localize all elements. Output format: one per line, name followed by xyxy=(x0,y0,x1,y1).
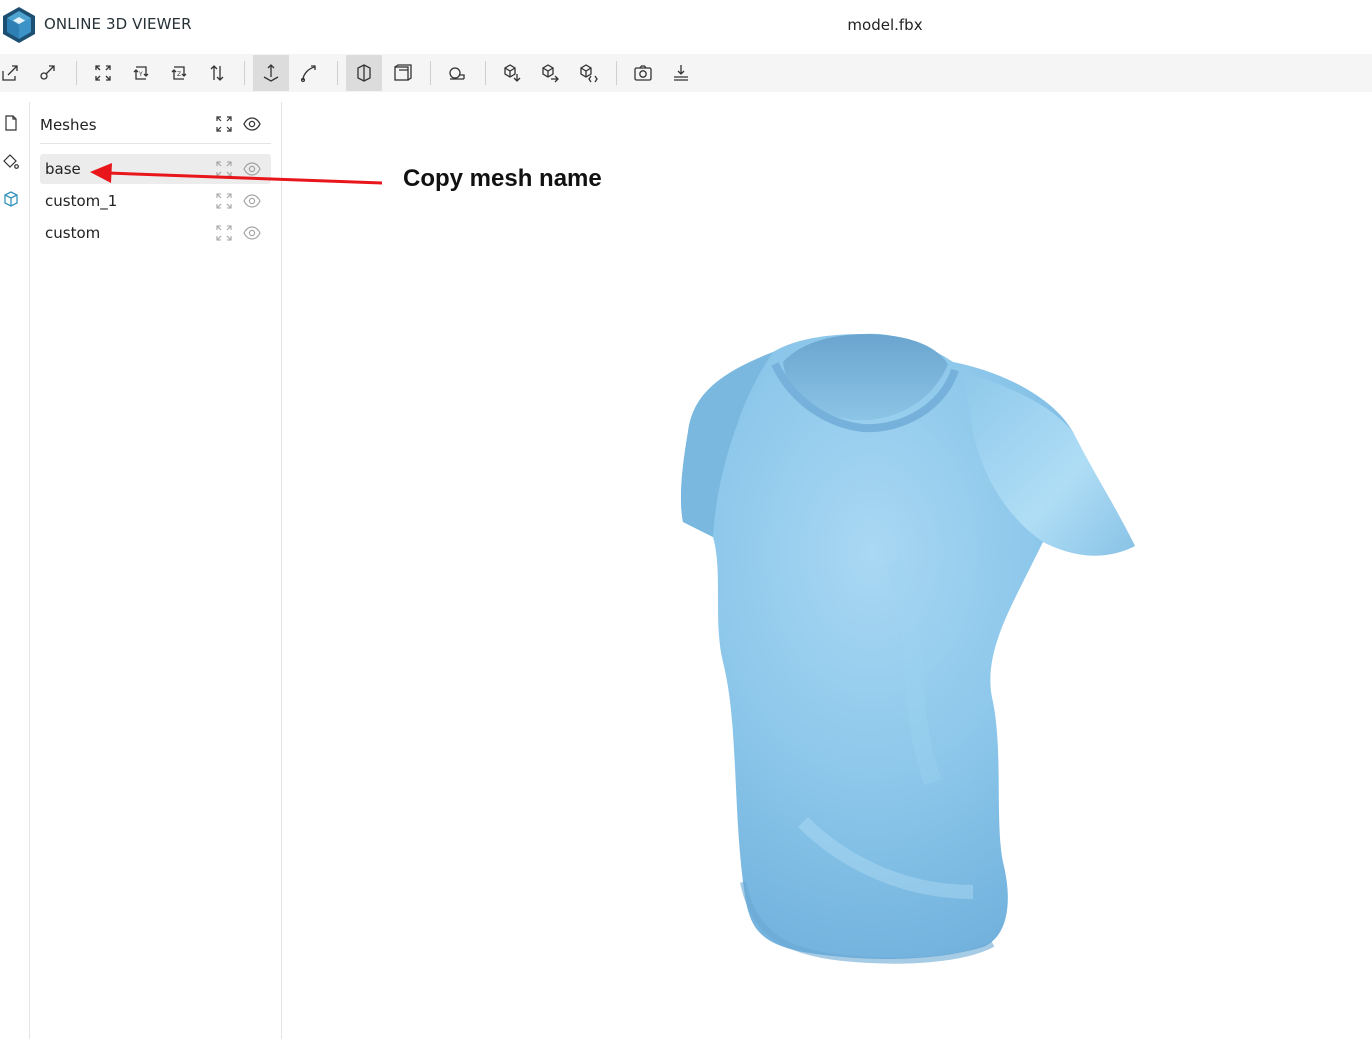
share-model-icon[interactable] xyxy=(532,55,568,91)
toolbar: Y Z xyxy=(0,54,1372,92)
left-navigation xyxy=(0,102,30,1039)
open-url-icon[interactable] xyxy=(29,55,65,91)
export-model-icon[interactable] xyxy=(494,55,530,91)
toolbar-separator xyxy=(76,61,77,85)
snapshot-icon[interactable] xyxy=(625,55,661,91)
flip-up-vector-icon[interactable] xyxy=(199,55,235,91)
fit-mesh-icon[interactable] xyxy=(214,159,234,179)
mesh-item-custom[interactable]: custom xyxy=(40,218,271,248)
toolbar-separator xyxy=(430,61,431,85)
fixed-up-vector-icon[interactable] xyxy=(253,55,289,91)
show-mesh-icon[interactable] xyxy=(242,191,262,211)
panel-title: Meshes xyxy=(40,116,97,134)
fit-mesh-icon[interactable] xyxy=(214,223,234,243)
meshes-icon[interactable] xyxy=(0,188,22,210)
toolbar-separator xyxy=(485,61,486,85)
svg-text:Z: Z xyxy=(177,71,181,78)
open-file-icon[interactable] xyxy=(0,55,28,91)
fit-to-window-icon[interactable] xyxy=(85,55,121,91)
settings-icon[interactable] xyxy=(663,55,699,91)
header: ONLINE 3D VIEWER model.fbx xyxy=(0,0,1372,54)
show-mesh-icon[interactable] xyxy=(242,223,262,243)
measure-icon[interactable] xyxy=(439,55,475,91)
mesh-name: base xyxy=(45,160,81,178)
mesh-name: custom_1 xyxy=(45,192,118,210)
show-all-meshes-icon[interactable] xyxy=(242,114,262,134)
embed-model-icon[interactable] xyxy=(570,55,606,91)
set-up-vector-z-icon[interactable]: Z xyxy=(161,55,197,91)
toolbar-separator xyxy=(616,61,617,85)
3d-viewer-canvas[interactable] xyxy=(283,102,1372,1039)
annotation-label: Copy mesh name xyxy=(403,165,602,192)
materials-icon[interactable] xyxy=(0,150,22,172)
file-title: model.fbx xyxy=(847,16,923,34)
toolbar-separator xyxy=(337,61,338,85)
panel-divider xyxy=(40,143,271,144)
orthographic-camera-icon[interactable] xyxy=(384,55,420,91)
toolbar-separator xyxy=(244,61,245,85)
tshirt-model xyxy=(680,333,1135,964)
free-orbit-icon[interactable] xyxy=(291,55,327,91)
mesh-item-base[interactable]: base xyxy=(40,154,271,184)
fit-mesh-icon[interactable] xyxy=(214,191,234,211)
perspective-camera-icon[interactable] xyxy=(346,55,382,91)
files-icon[interactable] xyxy=(0,112,22,134)
show-mesh-icon[interactable] xyxy=(242,159,262,179)
svg-text:Y: Y xyxy=(138,71,143,78)
mesh-item-custom-1[interactable]: custom_1 xyxy=(40,186,271,216)
fit-all-meshes-icon[interactable] xyxy=(214,114,234,134)
mesh-name: custom xyxy=(45,224,101,242)
set-up-vector-y-icon[interactable]: Y xyxy=(123,55,159,91)
meshes-panel: Meshes base custom_1 custom xyxy=(30,102,282,1039)
